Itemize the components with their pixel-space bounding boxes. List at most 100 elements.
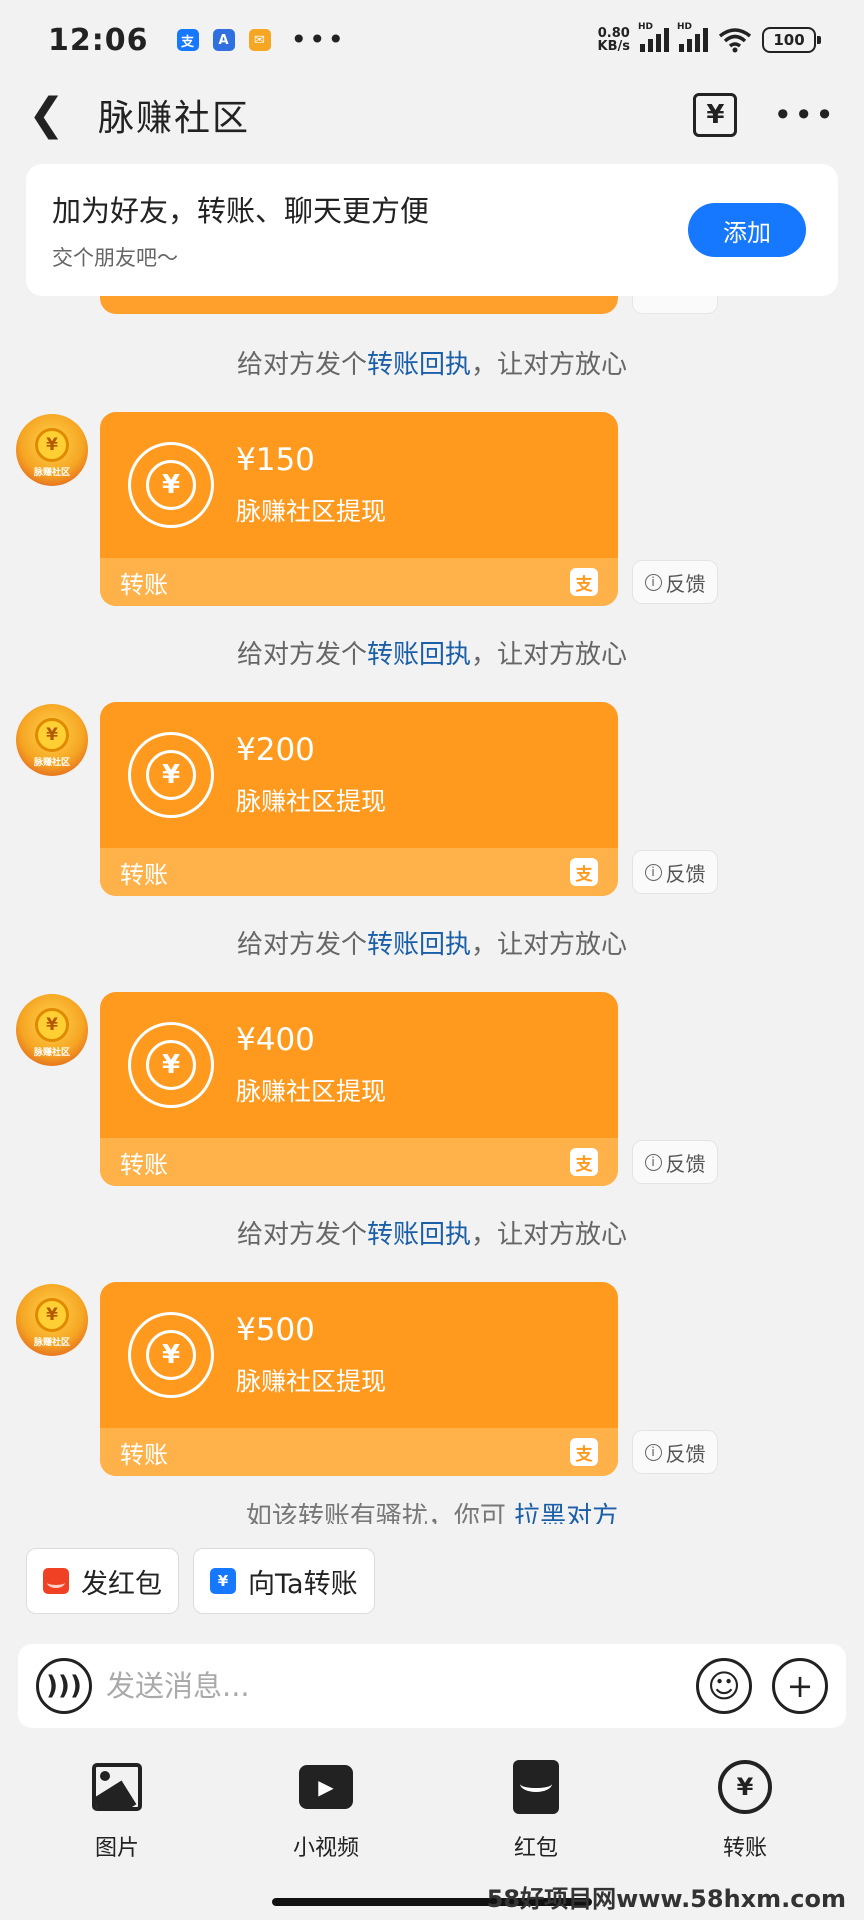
yen-icon: ¥ [128, 732, 214, 818]
receipt-notice-suffix: ，让对方放心 [471, 350, 628, 380]
transfer-card[interactable]: ¥ ¥150 脉赚社区提现 转账 支 [100, 412, 618, 606]
network-speed-unit: KB/s [597, 39, 630, 54]
avatar-label: 脉赚社区 [33, 1048, 70, 1058]
toolbar-image[interactable]: 图片 [57, 1760, 177, 1862]
add-friend-card: 加为好友，转账、聊天更方便 交个朋友吧～ 添加 [26, 164, 838, 296]
transfer-card-body: ¥ ¥200 脉赚社区提现 [100, 702, 618, 848]
plus-icon[interactable]: + [772, 1658, 828, 1714]
alipay-notification-icon: 支 [176, 29, 199, 51]
transfer-text: ¥150 脉赚社区提现 [236, 442, 386, 528]
toolbar-transfer[interactable]: ¥ 转账 [685, 1760, 805, 1862]
app-notification-icon: A [212, 29, 235, 51]
alipay-icon: 支 [570, 1148, 598, 1176]
info-icon: i [644, 1443, 662, 1461]
transfer-card[interactable]: ¥ ¥400 脉赚社区提现 转账 支 [100, 992, 618, 1186]
receipt-notice-prefix: 给对方发个 [236, 640, 367, 670]
mail-notification-icon: ✉ [248, 29, 271, 51]
status-time: 12:06 [48, 22, 149, 58]
hd-label: HD [638, 22, 654, 32]
receipt-link[interactable]: 转账回执 [367, 930, 471, 960]
avatar-image: ¥ 脉赚社区 [16, 1284, 88, 1356]
signal-icon-2: HD [677, 22, 708, 52]
coin-icon: ¥ [35, 1298, 69, 1332]
video-icon: ▶ [299, 1765, 353, 1809]
transfer-icon: ¥ [210, 1568, 236, 1594]
avatar-label: 脉赚社区 [33, 468, 70, 478]
status-notification-icons: 支 A ✉ ••• [176, 26, 347, 54]
feedback-label: 反馈 [665, 1151, 706, 1176]
avatar[interactable]: ¥ 脉赚社区 [16, 704, 88, 776]
receipt-notice: 给对方发个转账回执，让对方放心 [0, 924, 864, 961]
transfer-description: 脉赚社区提现 [236, 1077, 387, 1106]
avatar-image: ¥ 脉赚社区 [16, 704, 88, 776]
emoji-icon[interactable]: ☺ [696, 1658, 752, 1714]
transfer-card[interactable]: ¥ ¥500 脉赚社区提现 转账 支 [100, 1282, 618, 1476]
info-icon: i [644, 1153, 662, 1171]
avatar-label: 脉赚社区 [33, 1338, 70, 1348]
transfer-record-icon[interactable]: ¥ [693, 93, 738, 137]
feedback-button[interactable]: i 反馈 [632, 1430, 718, 1474]
transfer-text: ¥500 脉赚社区提现 [236, 1312, 386, 1398]
feedback-button[interactable]: i 反馈 [632, 560, 718, 604]
red-packet-icon [43, 1568, 69, 1594]
transfer-card-body: ¥ ¥500 脉赚社区提现 [100, 1282, 618, 1428]
voice-icon[interactable]: ))) [36, 1658, 92, 1714]
status-right: 0.80 KB/s HD HD 100 [598, 22, 821, 53]
transfer-amount: ¥200 [236, 732, 315, 768]
function-toolbar: 图片 ▶ 小视频 红包 ¥ 转账 [0, 1760, 864, 1870]
feedback-button[interactable]: i 反馈 [632, 1140, 718, 1184]
signal-icon: HD [638, 22, 669, 52]
transfer-description: 脉赚社区提现 [236, 1367, 387, 1396]
transfer-amount: ¥400 [236, 1022, 315, 1058]
avatar[interactable]: ¥ 脉赚社区 [16, 994, 88, 1066]
add-friend-text: 加为好友，转账、聊天更方便 交个朋友吧～ [52, 188, 429, 272]
add-friend-title: 加为好友，转账、聊天更方便 [52, 194, 430, 228]
transfer-text: ¥200 脉赚社区提现 [236, 732, 386, 818]
add-friend-subtitle: 交个朋友吧～ [52, 246, 178, 270]
feedback-label: 反馈 [665, 861, 706, 886]
receipt-notice-suffix: ，让对方放心 [471, 640, 628, 670]
yen-icon: ¥ [128, 1022, 214, 1108]
transfer-card-body: ¥ ¥400 脉赚社区提现 [100, 992, 618, 1138]
toolbar-video-label: 小视频 [292, 1836, 359, 1861]
transfer-card[interactable]: ¥ ¥200 脉赚社区提现 转账 支 [100, 702, 618, 896]
feedback-button[interactable]: i 反馈 [632, 850, 718, 894]
transfer-description: 脉赚社区提现 [236, 787, 387, 816]
receipt-notice: 给对方发个转账回执，让对方放心 [0, 634, 864, 671]
network-speed: 0.80 KB/s [598, 27, 630, 53]
transfer-amount: ¥500 [236, 1312, 315, 1348]
avatar-image: ¥ 脉赚社区 [16, 994, 88, 1066]
transfer-card-footer: 转账 支 [100, 1428, 618, 1476]
quick-actions: 发红包 ¥ 向Ta转账 [26, 1548, 375, 1614]
image-icon [92, 1763, 142, 1811]
add-friend-button[interactable]: 添加 [688, 203, 806, 257]
nav-actions: ¥ ••• [693, 93, 836, 137]
avatar[interactable]: ¥ 脉赚社区 [16, 414, 88, 486]
back-icon[interactable]: ❮ [28, 93, 68, 137]
avatar[interactable]: ¥ 脉赚社区 [16, 1284, 88, 1356]
watermark: 58好项目网www.58hxm.com [486, 1885, 846, 1913]
coin-icon: ¥ [35, 718, 69, 752]
block-link[interactable]: 拉黑对方 [514, 1502, 618, 1524]
alipay-icon: 支 [570, 1438, 598, 1466]
transfer-amount: ¥150 [236, 442, 315, 478]
harassment-notice: 如该转账有骚扰，你可 拉黑对方 [0, 1500, 864, 1524]
more-icon[interactable]: ••• [773, 99, 836, 131]
receipt-link[interactable]: 转账回执 [367, 350, 471, 380]
receipt-link[interactable]: 转账回执 [367, 640, 471, 670]
toolbar-video[interactable]: ▶ 小视频 [266, 1760, 386, 1862]
toolbar-transfer-label: 转账 [722, 1836, 767, 1861]
wifi-icon [718, 28, 752, 53]
toolbar-red-packet[interactable]: 红包 [476, 1760, 596, 1862]
message-input[interactable] [106, 1669, 676, 1703]
info-icon: i [644, 863, 662, 881]
nav-bar: ❮ 脉赚社区 ¥ ••• [0, 80, 864, 150]
receipt-notice: 给对方发个转账回执，让对方放心 [0, 1214, 864, 1251]
receipt-link[interactable]: 转账回执 [367, 1220, 471, 1250]
send-red-packet-button[interactable]: 发红包 [26, 1548, 179, 1614]
transfer-card-footer: 转账 支 [100, 848, 618, 896]
yen-icon: ¥ [128, 1312, 214, 1398]
page-title: 脉赚社区 [98, 98, 251, 139]
alipay-icon: 支 [570, 568, 598, 596]
transfer-to-ta-button[interactable]: ¥ 向Ta转账 [193, 1548, 375, 1614]
